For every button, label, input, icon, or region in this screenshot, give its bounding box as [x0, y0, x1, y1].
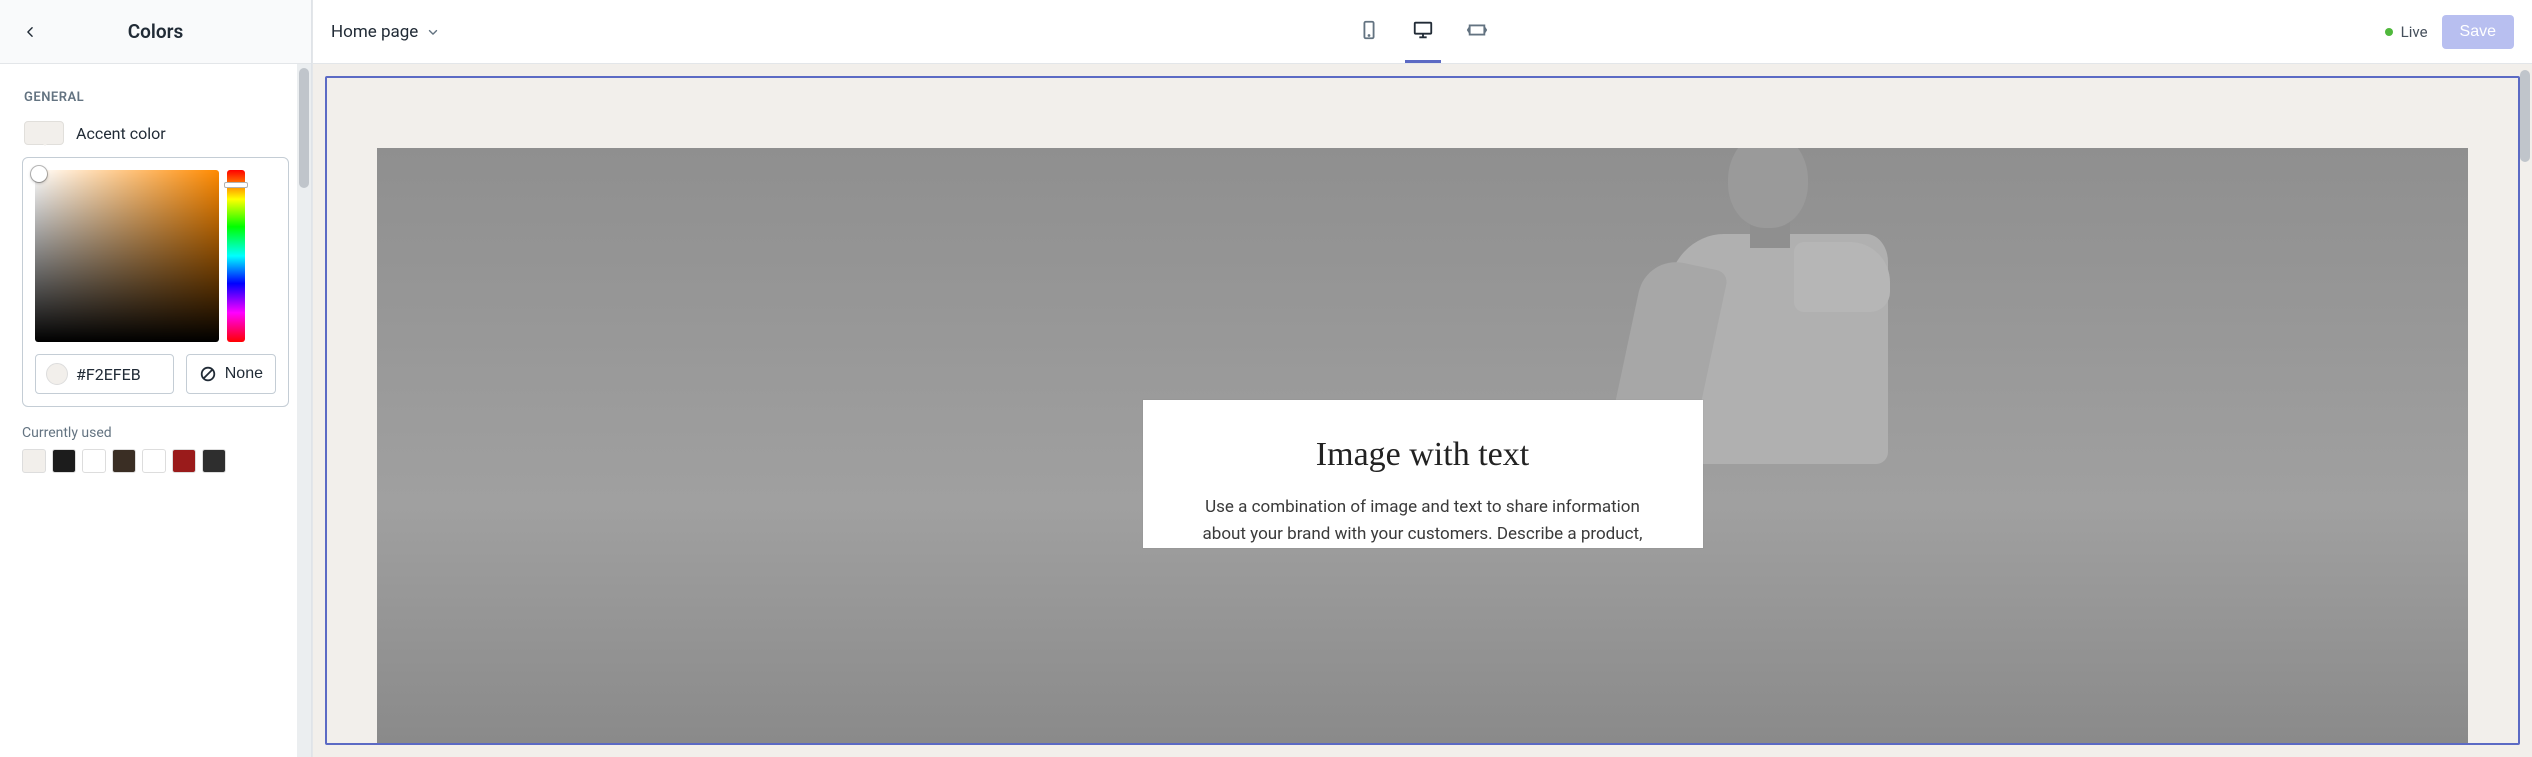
- swatch-row: [22, 449, 289, 473]
- used-swatch[interactable]: [22, 449, 46, 473]
- settings-sidebar: Colors GENERAL Accent color: [0, 0, 312, 757]
- desktop-icon: [1412, 19, 1434, 41]
- mobile-view-button[interactable]: [1351, 1, 1387, 63]
- none-label: None: [225, 365, 263, 383]
- live-status: Live: [2385, 23, 2428, 41]
- accent-swatch[interactable]: [24, 121, 64, 145]
- chevron-left-icon: [23, 25, 37, 39]
- desktop-view-button[interactable]: [1405, 1, 1441, 63]
- used-swatch[interactable]: [202, 449, 226, 473]
- used-swatch[interactable]: [112, 449, 136, 473]
- live-label: Live: [2401, 23, 2428, 41]
- live-dot-icon: [2385, 28, 2393, 36]
- preview-canvas-wrap: Image with text Use a combination of ima…: [313, 64, 2532, 757]
- hue-slider[interactable]: [227, 170, 245, 342]
- scrollbar-thumb[interactable]: [299, 68, 309, 188]
- sidebar-title: Colors: [128, 20, 183, 43]
- hex-value: #F2EFEB: [76, 365, 141, 384]
- none-icon: [199, 365, 217, 383]
- hero-section[interactable]: Image with text Use a combination of ima…: [377, 148, 2468, 743]
- saturation-value-area[interactable]: [35, 170, 219, 342]
- current-color-dot: [46, 363, 68, 385]
- back-button[interactable]: [18, 20, 42, 44]
- sidebar-header: Colors: [0, 0, 311, 64]
- used-swatch[interactable]: [82, 449, 106, 473]
- section-label-general: GENERAL: [0, 64, 311, 121]
- used-swatch[interactable]: [142, 449, 166, 473]
- hue-handle[interactable]: [224, 182, 248, 188]
- accent-color-label: Accent color: [76, 124, 166, 143]
- none-button[interactable]: None: [186, 354, 276, 394]
- topbar: Home page Live Save: [313, 0, 2532, 64]
- used-swatch[interactable]: [52, 449, 76, 473]
- page-selector-label: Home page: [331, 22, 418, 42]
- scrollbar-thumb[interactable]: [2520, 70, 2530, 162]
- currently-used-label: Currently used: [22, 425, 289, 441]
- canvas-scrollbar[interactable]: [2518, 64, 2532, 757]
- sv-handle[interactable]: [31, 166, 47, 182]
- save-button[interactable]: Save: [2442, 15, 2514, 49]
- hero-body-text: Use a combination of image and text to s…: [1187, 494, 1659, 548]
- used-swatch[interactable]: [172, 449, 196, 473]
- currently-used-section: Currently used: [0, 425, 311, 473]
- main-area: Home page Live Save: [312, 0, 2532, 757]
- viewport-switcher: [1351, 0, 1495, 63]
- accent-color-row[interactable]: Accent color: [0, 121, 311, 157]
- color-picker: #F2EFEB None: [22, 157, 289, 407]
- hero-heading: Image with text: [1187, 436, 1659, 474]
- mobile-icon: [1358, 19, 1380, 41]
- sidebar-scrollbar[interactable]: [297, 64, 311, 757]
- fullwidth-view-button[interactable]: [1459, 1, 1495, 63]
- hex-input[interactable]: #F2EFEB: [35, 354, 174, 394]
- preview-canvas[interactable]: Image with text Use a combination of ima…: [325, 76, 2520, 745]
- hero-text-card[interactable]: Image with text Use a combination of ima…: [1143, 400, 1703, 548]
- sidebar-body: GENERAL Accent color #F2EFE: [0, 64, 311, 757]
- chevron-down-icon: [426, 25, 440, 39]
- page-selector[interactable]: Home page: [331, 22, 440, 42]
- expand-icon: [1466, 19, 1488, 41]
